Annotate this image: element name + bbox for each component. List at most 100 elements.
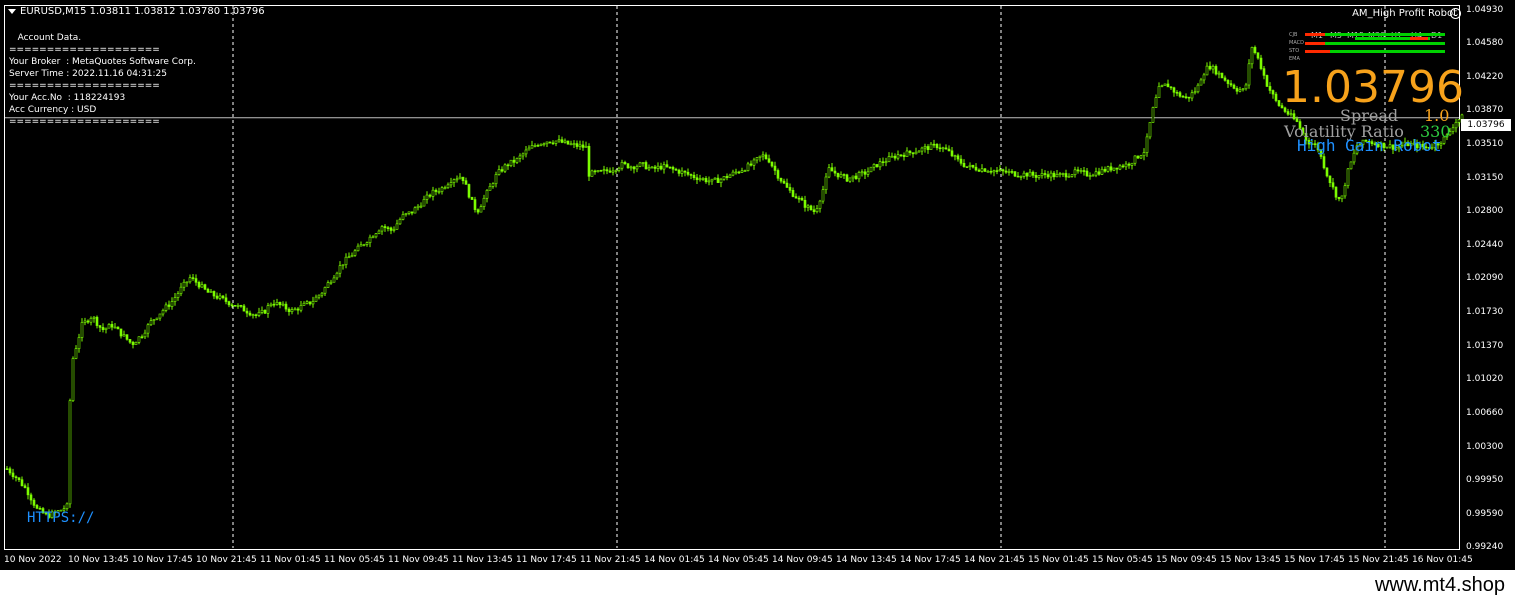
- candle-body: [65, 503, 69, 509]
- candle-body: [1232, 84, 1236, 89]
- candle-body: [983, 168, 987, 172]
- x-tick-label: 14 Nov 01:45: [644, 555, 705, 565]
- candle-body: [737, 171, 741, 174]
- smiley-icon[interactable]: [1450, 8, 1461, 19]
- candle-body: [605, 169, 609, 172]
- candle-body: [710, 178, 714, 182]
- candle-body: [176, 293, 180, 298]
- current-price-tag: 1.03796: [1461, 119, 1511, 131]
- candle-body: [794, 196, 798, 199]
- candle-body: [842, 174, 846, 176]
- candle-body: [1244, 84, 1248, 90]
- y-tick-label: 1.01020: [1466, 373, 1504, 384]
- candle-body: [1229, 83, 1233, 86]
- candle-body: [980, 168, 984, 172]
- candle-body: [335, 272, 339, 279]
- candle-body: [956, 155, 960, 160]
- x-tick-label: 10 Nov 17:45: [132, 555, 193, 565]
- candle-body: [332, 277, 336, 283]
- candle-body: [29, 494, 33, 501]
- candle-body: [89, 317, 93, 323]
- signal-bar: [1305, 50, 1330, 53]
- candle-body: [959, 158, 963, 164]
- candle-body: [650, 166, 654, 169]
- candle-body: [506, 164, 510, 167]
- candle-body: [1205, 65, 1209, 76]
- candle-body: [494, 174, 498, 185]
- candle-body: [662, 164, 666, 170]
- candle-body: [77, 337, 81, 349]
- candle-body: [275, 301, 279, 305]
- candle-body: [530, 145, 534, 149]
- candle-body: [500, 169, 504, 172]
- candle-body: [803, 199, 807, 208]
- candle-body: [611, 170, 615, 173]
- candle-body: [1340, 195, 1344, 200]
- candle-body: [587, 145, 591, 177]
- y-tick-label: 1.03150: [1466, 172, 1504, 183]
- candle-body: [1292, 113, 1296, 120]
- symbol-line: EURUSD,M15 1.03811 1.03812 1.03780 1.037…: [20, 6, 265, 17]
- candle-body: [539, 143, 543, 146]
- candle-body: [620, 162, 624, 169]
- candle-body: [227, 301, 231, 306]
- candle-body: [284, 303, 288, 310]
- candle-body: [755, 157, 759, 161]
- candle-body: [890, 155, 894, 158]
- candle-body: [1130, 162, 1134, 166]
- candle-body: [884, 161, 888, 164]
- candle-body: [68, 400, 72, 505]
- candle-body: [554, 140, 558, 144]
- candle-body: [296, 308, 300, 311]
- candle-body: [179, 286, 183, 294]
- candle-body: [815, 208, 819, 212]
- account-line: ====================: [9, 81, 160, 91]
- indicator-row-label: CJB: [1289, 32, 1298, 38]
- candle-body: [467, 184, 471, 198]
- candle-body: [719, 178, 723, 183]
- candle-body: [557, 139, 561, 142]
- candle-body: [218, 295, 222, 299]
- candle-body: [1031, 171, 1035, 176]
- candle-body: [188, 277, 192, 283]
- y-tick-label: 1.01370: [1466, 340, 1504, 351]
- candle-body: [812, 209, 816, 212]
- candle-body: [638, 162, 642, 167]
- candle-body: [356, 245, 360, 252]
- candle-body: [353, 250, 357, 256]
- candle-body: [893, 155, 897, 159]
- candle-body: [914, 151, 918, 155]
- candle-body: [1349, 161, 1353, 170]
- x-tick-label: 15 Nov 21:45: [1348, 555, 1409, 565]
- candle-body: [485, 190, 489, 199]
- candle-body: [1223, 77, 1227, 81]
- signal-bar: [1325, 33, 1445, 36]
- candle-body: [1238, 89, 1242, 92]
- dropdown-triangle-icon[interactable]: [8, 8, 16, 14]
- candle-body: [1187, 96, 1191, 99]
- candle-body: [422, 199, 426, 207]
- candle-body: [728, 174, 732, 178]
- candle-body: [1175, 91, 1179, 94]
- candle-body: [377, 230, 381, 234]
- candle-body: [689, 174, 693, 176]
- candle-body: [455, 178, 459, 181]
- candle-body: [1262, 68, 1266, 76]
- signal-bar: [1325, 42, 1445, 45]
- candle-body: [1217, 72, 1221, 75]
- candle-body: [152, 319, 156, 321]
- candle-body: [185, 281, 189, 284]
- candle-body: [635, 166, 639, 170]
- candle-body: [923, 146, 927, 149]
- candle-body: [713, 177, 717, 180]
- candle-body: [80, 322, 84, 338]
- candle-body: [1343, 185, 1347, 197]
- chart-window[interactable]: EURUSD,M15 1.03811 1.03812 1.03780 1.037…: [0, 0, 1515, 570]
- candle-body: [1028, 171, 1032, 177]
- candle-body: [233, 305, 237, 307]
- candle-body: [704, 178, 708, 183]
- candle-body: [563, 140, 567, 143]
- symbol-header[interactable]: EURUSD,M15 1.03811 1.03812 1.03780 1.037…: [8, 6, 265, 17]
- candle-body: [953, 155, 957, 158]
- candle-body: [743, 170, 747, 172]
